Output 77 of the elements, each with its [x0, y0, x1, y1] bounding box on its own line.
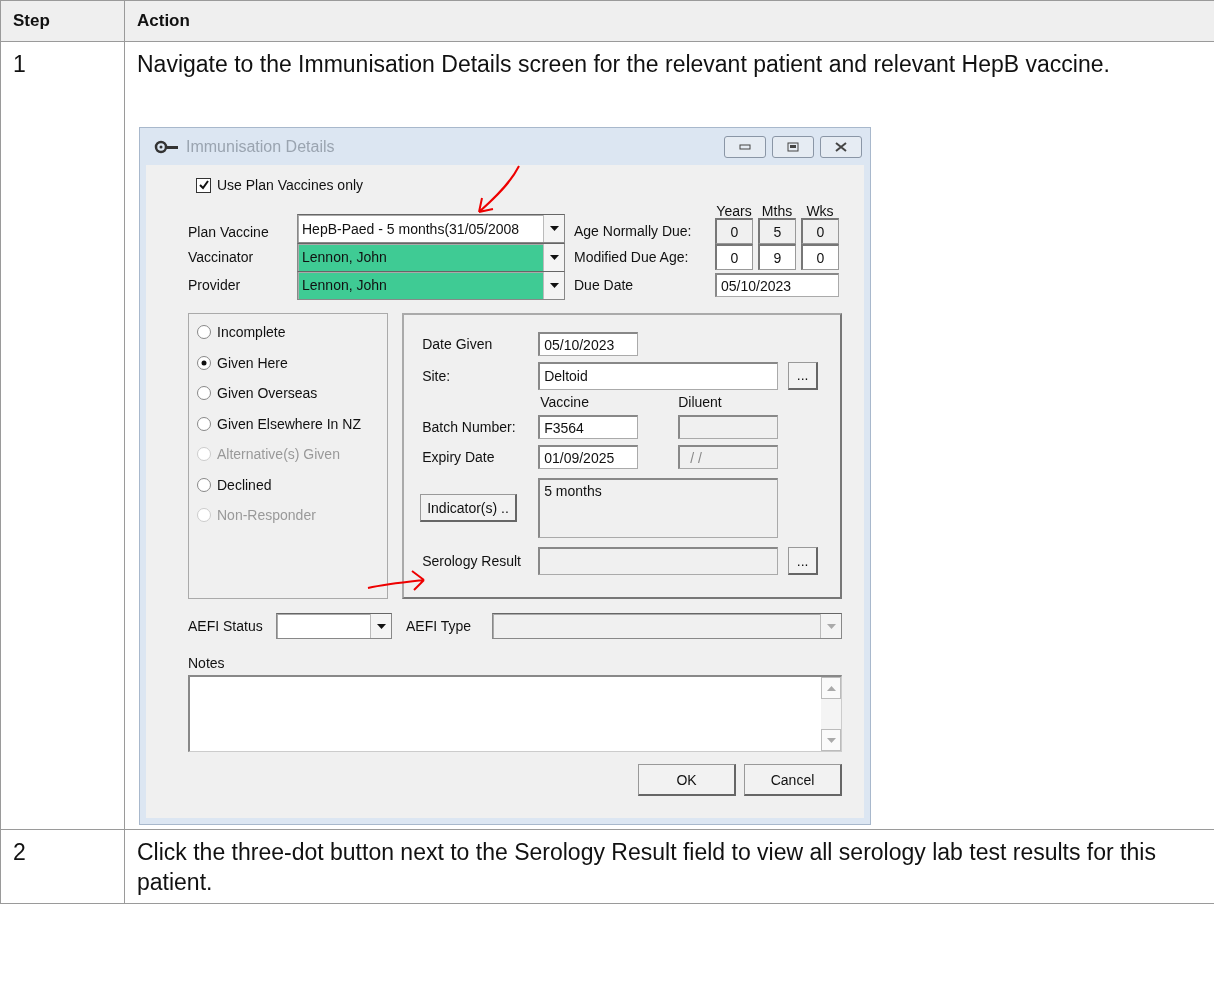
number-field[interactable]: 0: [715, 244, 753, 271]
column-heading: Years: [715, 203, 753, 220]
column-heading: Diluent: [678, 394, 722, 411]
indicator-button[interactable]: Indicator(s) ..: [420, 494, 517, 523]
radio-label: Incomplete: [217, 324, 286, 341]
maximize-icon: [787, 141, 799, 152]
dialog-button[interactable]: OK: [638, 764, 736, 797]
ellipsis-button[interactable]: ...: [788, 547, 819, 576]
field-label: Date Given: [422, 336, 494, 353]
field-label: Modified Due Age:: [574, 249, 690, 266]
column-header: Step: [1, 0, 125, 42]
close-button[interactable]: [820, 135, 862, 158]
dropdown-caret-icon: [376, 623, 386, 629]
down-arrow-icon: [826, 737, 836, 743]
field-label: Provider: [188, 277, 242, 294]
field-label: AEFI Type: [406, 618, 473, 635]
radio-button[interactable]: [197, 355, 211, 370]
radio-label: Given Elsewhere In NZ: [217, 415, 361, 432]
radio-label: Non-Responder: [217, 507, 316, 524]
column-heading: Vaccine: [540, 394, 589, 411]
ellipsis-button[interactable]: ...: [788, 361, 819, 390]
radio-label: Given Overseas: [217, 385, 318, 402]
field-label: Serology Result: [422, 553, 522, 570]
field-label: AEFI Status: [188, 618, 264, 635]
dropdown[interactable]: [276, 613, 392, 640]
field-label: Plan Vaccine: [188, 224, 270, 243]
dropdown-caret-icon: [549, 254, 559, 260]
dropdown-caret-icon: [549, 226, 559, 232]
site-field[interactable]: Deltoid: [538, 361, 779, 390]
radio-button[interactable]: [197, 477, 211, 492]
close-icon: [835, 141, 847, 152]
column-heading: Wks: [805, 203, 835, 220]
annotation-arrow: [366, 568, 428, 593]
radio-button[interactable]: [197, 386, 211, 401]
checkbox-label: Use Plan Vaccines only: [217, 177, 364, 194]
radio-button[interactable]: [197, 325, 211, 340]
step-number: 1: [1, 41, 125, 831]
column-heading: Mths: [760, 203, 794, 220]
minimize-icon: [739, 143, 751, 150]
instruction-text: Navigate to the Immunisation Details screen for the relevant patient and relevant HepB vaccine.: [137, 49, 1111, 79]
notes-field[interactable]: [188, 675, 842, 753]
dialog-button[interactable]: Cancel: [744, 764, 842, 797]
minimize-button[interactable]: [724, 135, 766, 158]
maximize-button[interactable]: [772, 135, 814, 158]
field-label: Batch Number:: [422, 419, 517, 436]
up-arrow-icon: [826, 685, 836, 691]
dropdown-caret-icon: [549, 282, 559, 288]
key-icon: [154, 139, 180, 154]
field-label: Notes: [188, 655, 225, 672]
radio-dot-icon: [201, 359, 207, 366]
scrollbar[interactable]: [821, 677, 841, 752]
dropdown[interactable]: Lennon, John: [297, 242, 565, 272]
date-field[interactable]: 05/10/2023: [538, 332, 639, 357]
column-header: Action: [125, 0, 1214, 42]
check-icon: [198, 180, 209, 191]
field-label: Site:: [422, 367, 452, 384]
radio-label: Given Here: [217, 354, 288, 371]
field-label: Expiry Date: [422, 449, 496, 466]
diluent-date-field: / /: [678, 445, 779, 470]
field-label: Due Date: [574, 277, 635, 294]
date-field[interactable]: 01/09/2025: [538, 445, 639, 470]
number-field[interactable]: 9: [758, 244, 796, 271]
dropdown-caret-icon: [826, 623, 836, 629]
radio-label: Alternative(s) Given: [217, 446, 340, 463]
step-number: 2: [1, 830, 125, 905]
number-field[interactable]: 0: [801, 244, 839, 271]
field-label: Vaccinator: [188, 249, 255, 266]
window-title: Immunisation Details: [186, 137, 336, 156]
batch-field[interactable]: F3564: [538, 415, 639, 440]
indicator-field: 5 months: [538, 478, 779, 539]
date-field[interactable]: 05/10/2023: [715, 273, 839, 298]
field-label: Age Normally Due:: [574, 223, 693, 240]
dropdown[interactable]: HepB-Paed - 5 months(31/05/2008: [297, 214, 565, 244]
checkbox[interactable]: [196, 177, 211, 193]
dropdown[interactable]: Lennon, John: [297, 270, 565, 300]
radio-button[interactable]: [197, 416, 211, 431]
radio-label: Declined: [217, 476, 272, 493]
